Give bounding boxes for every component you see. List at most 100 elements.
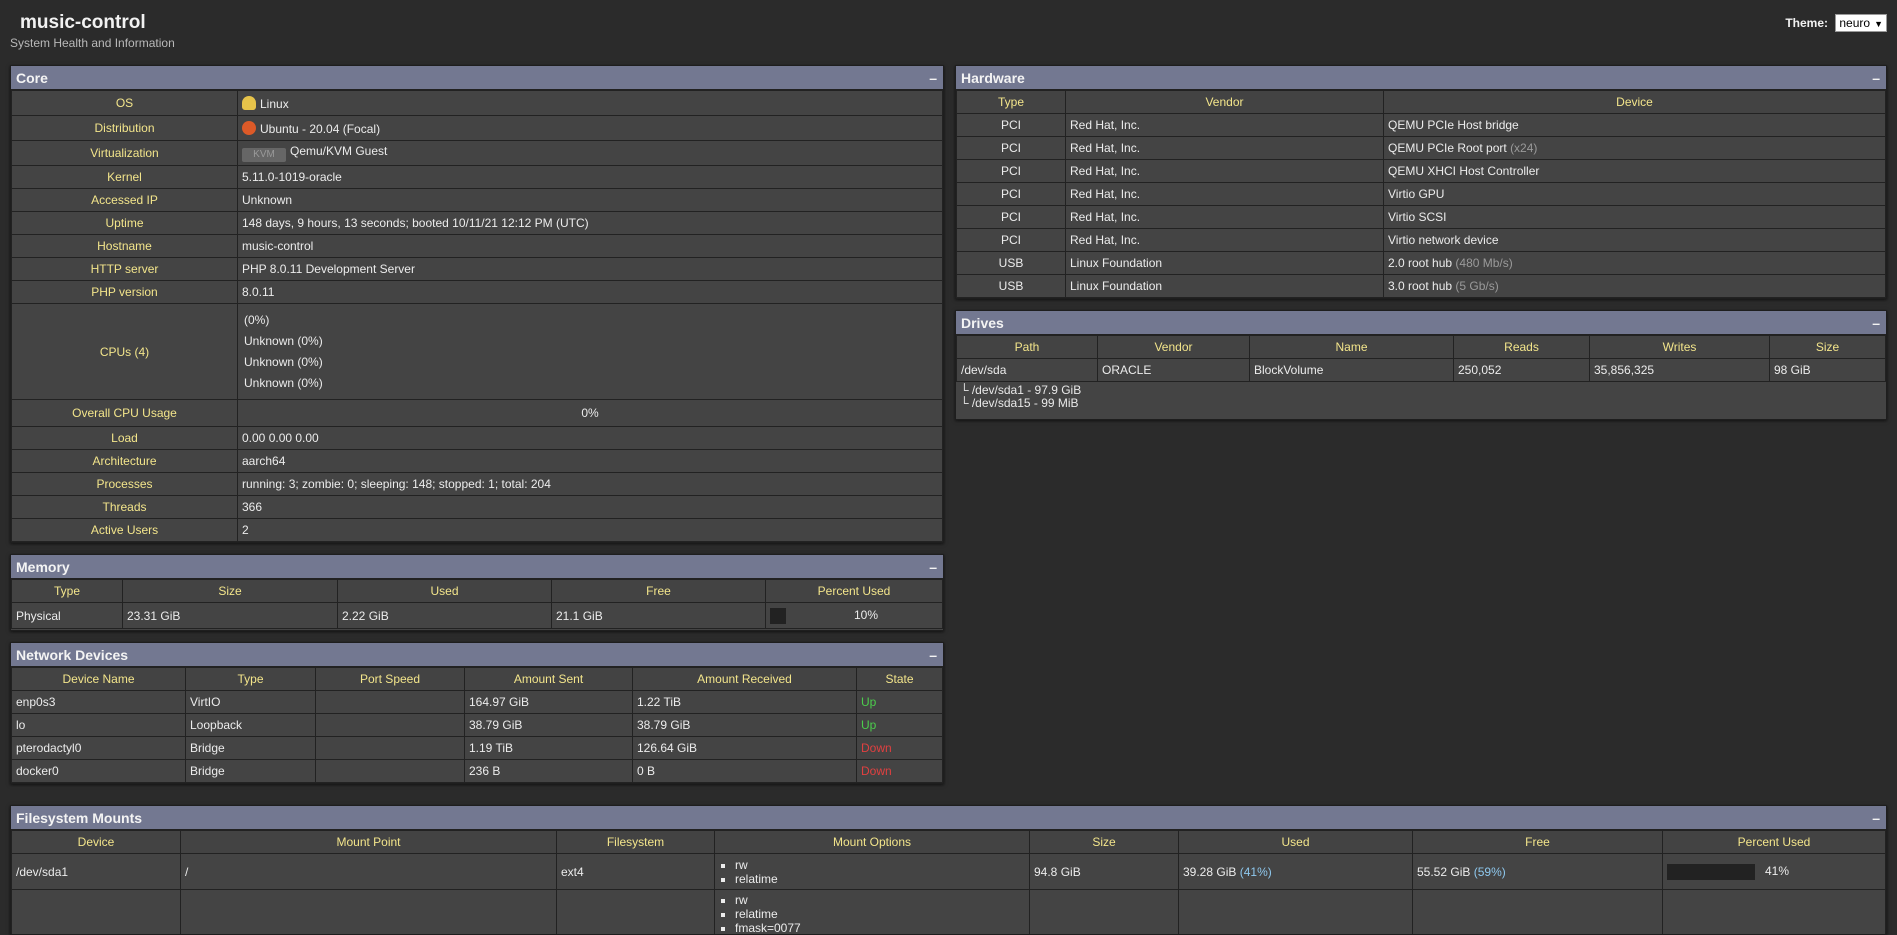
fs-free: 55.52 GiB [1417,865,1470,879]
table-row: Architecture aarch64 [12,450,943,473]
net-device-name: lo [12,714,186,737]
table-row: Load 0.00 0.00 0.00 [12,427,943,450]
hw-device: 2.0 root hub [1388,256,1452,270]
memory-panel-title: Memory [16,559,70,575]
fs-size [1030,890,1179,935]
table-row: Overall CPU Usage 0% [12,400,943,427]
core-panel-title: Core [16,70,48,86]
fs-option: relatime [735,907,1025,921]
table-row: Hostname music-control [12,235,943,258]
hw-device-cell: Virtio SCSI [1384,206,1886,229]
table-row: CPUs (4) (0%) Unknown (0%) Unknown (0%) … [12,304,943,400]
fs-option: fmask=0077 [735,921,1025,935]
memory-collapse-button[interactable]: – [929,555,937,579]
http-server-label: HTTP server [12,258,238,281]
drives-collapse-button[interactable]: – [1872,311,1880,335]
memory-used: 2.22 GiB [338,603,552,629]
net-device-state: Down [857,760,943,783]
hw-device: Virtio network device [1388,233,1499,247]
hw-device: QEMU PCIe Root port [1388,141,1507,155]
cpus-value-cell: (0%) Unknown (0%) Unknown (0%) Unknown (… [238,304,943,400]
memory-table: Type Size Used Free Percent Used Physica… [11,579,943,629]
fs-option: rw [735,893,1025,907]
drive-partition: └ /dev/sda15 - 99 MiB [960,397,1882,410]
column-header: Amount Received [633,668,857,691]
core-collapse-button[interactable]: – [929,66,937,90]
hardware-panel-title: Hardware [961,70,1025,86]
active-users-label: Active Users [12,519,238,542]
ubuntu-icon [242,121,256,135]
architecture-label: Architecture [12,450,238,473]
fs-option: relatime [735,872,1025,886]
fs-size: 94.8 GiB [1030,854,1179,890]
column-header: Vendor [1066,91,1384,114]
fs-options-list: rw relatime [719,858,1025,886]
table-row: Virtualization KVMQemu/KVM Guest [12,141,943,166]
drive-partitions: └ /dev/sda1 - 97.9 GiB └ /dev/sda15 - 99… [956,382,1886,412]
page-title: music-control [20,12,175,34]
table-row: PCI Red Hat, Inc. QEMU PCIe Host bridge [957,114,1886,137]
fs-mount-point [181,890,557,935]
table-row: Processes running: 3; zombie: 0; sleepin… [12,473,943,496]
filesystem-table: Device Mount Point Filesystem Mount Opti… [11,830,1886,935]
distribution-label: Distribution [12,116,238,141]
net-device-name: pterodactyl0 [12,737,186,760]
uptime-label: Uptime [12,212,238,235]
hw-device-cell: QEMU XHCI Host Controller [1384,160,1886,183]
drives-table: Path Vendor Name Reads Writes Size /dev/… [956,335,1886,382]
net-device-speed [316,714,465,737]
hw-type: PCI [957,137,1066,160]
net-device-state: Up [857,691,943,714]
drives-panel-header: Drives – [956,311,1886,335]
core-panel-header: Core – [11,66,943,90]
column-header: Mount Options [715,831,1030,854]
php-version-value: 8.0.11 [238,281,943,304]
column-header: Port Speed [316,668,465,691]
network-table: Device Name Type Port Speed Amount Sent … [11,667,943,783]
table-row: PCI Red Hat, Inc. QEMU XHCI Host Control… [957,160,1886,183]
hw-device-cell: 2.0 root hub (480 Mb/s) [1384,252,1886,275]
net-device-sent: 38.79 GiB [465,714,633,737]
table-row: PCI Red Hat, Inc. Virtio network device [957,229,1886,252]
hardware-collapse-button[interactable]: – [1872,66,1880,90]
column-header: Size [1770,336,1886,359]
table-row: pterodactyl0 Bridge 1.19 TiB 126.64 GiB … [12,737,943,760]
net-device-state: Down [857,737,943,760]
column-header: Used [338,580,552,603]
os-label: OS [12,91,238,116]
hw-type: PCI [957,229,1066,252]
cpu-usage-value: 0% [238,400,943,427]
net-device-speed [316,737,465,760]
fs-option: rw [735,858,1025,872]
kernel-label: Kernel [12,166,238,189]
os-value: Linux [260,97,289,111]
column-header: Device [12,831,181,854]
hw-device-cell: QEMU PCIe Root port (x24) [1384,137,1886,160]
kernel-value: 5.11.0-1019-oracle [238,166,943,189]
virtualization-value: Qemu/KVM Guest [290,144,387,158]
threads-value: 366 [238,496,943,519]
hw-device-cell: 3.0 root hub (5 Gb/s) [1384,275,1886,298]
fs-type: ext4 [557,854,715,890]
table-row: PHP version 8.0.11 [12,281,943,304]
table-row: HTTP server PHP 8.0.11 Development Serve… [12,258,943,281]
net-device-received: 0 B [633,760,857,783]
http-server-value: PHP 8.0.11 Development Server [238,258,943,281]
column-header: Type [186,668,316,691]
threads-label: Threads [12,496,238,519]
table-row: enp0s3 VirtIO 164.97 GiB 1.22 TiB Up [12,691,943,714]
network-panel: Network Devices – Device Name Type Port … [10,642,944,784]
network-collapse-button[interactable]: – [929,643,937,667]
hw-vendor: Linux Foundation [1066,275,1384,298]
uptime-value: 148 days, 9 hours, 13 seconds; booted 10… [238,212,943,235]
column-header: Free [1413,831,1663,854]
accessed-ip-value: Unknown [238,189,943,212]
fs-free-cell: 55.52 GiB (59%) [1413,854,1663,890]
theme-select[interactable]: neuro▼ [1835,14,1887,32]
table-row: Kernel 5.11.0-1019-oracle [12,166,943,189]
hostname-label: Hostname [12,235,238,258]
filesystem-collapse-button[interactable]: – [1872,806,1880,830]
network-panel-header: Network Devices – [11,643,943,667]
cpus-label: CPUs (4) [12,304,238,400]
drives-panel: Drives – Path Vendor Name Reads Writes S… [955,310,1887,420]
